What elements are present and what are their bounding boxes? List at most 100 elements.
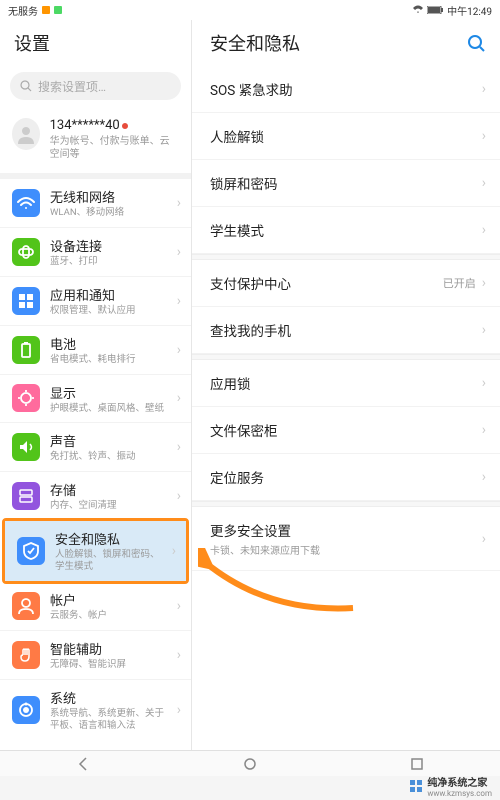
detail-item[interactable]: 锁屏和密码 › [192, 160, 500, 207]
right-header: 安全和隐私 [192, 20, 500, 66]
sidebar-item-sub: 系统导航、系统更新、关于平板、语言和输入法 [50, 708, 167, 732]
sidebar-item-text: 声音免打扰、铃声、振动 [50, 431, 167, 463]
sidebar-item-text: 设备连接蓝牙、打印 [50, 236, 167, 268]
watermark: 纯净系统之家 www.kzmsys.com [409, 774, 492, 798]
detail-item-right: › [482, 175, 486, 191]
chevron-right-icon: › [177, 702, 185, 718]
sidebar-item-link[interactable]: 设备连接蓝牙、打印 › [0, 227, 191, 276]
battery-icon [427, 6, 443, 14]
sidebar-item-title: 智能辅助 [50, 639, 167, 658]
grid-icon [12, 287, 40, 315]
detail-item-title: 锁屏和密码 [210, 173, 278, 193]
detail-item-text: 查找我的手机 [210, 320, 291, 340]
chevron-right-icon: › [482, 531, 486, 547]
search-icon[interactable] [466, 33, 486, 53]
detail-item-right: › [482, 422, 486, 438]
sidebar-item-sub: WLAN、移动网络 [50, 207, 167, 219]
watermark-url: www.kzmsys.com [427, 789, 492, 798]
sidebar-item-text: 帐户云服务、帐户 [50, 590, 167, 622]
user-icon [12, 592, 40, 620]
detail-item[interactable]: 支付保护中心已开启› [192, 260, 500, 307]
chevron-right-icon: › [177, 390, 185, 406]
chevron-right-icon: › [177, 244, 185, 260]
detail-item-title: 应用锁 [210, 373, 251, 393]
sidebar-item-text: 无线和网络WLAN、移动网络 [50, 187, 167, 219]
search-icon [20, 80, 32, 92]
chevron-right-icon: › [177, 342, 185, 358]
avatar [12, 118, 40, 150]
service-text: 无服务 [8, 3, 38, 18]
sidebar-item-sub: 省电模式、耗电排行 [50, 354, 167, 366]
detail-item[interactable]: SOS 紧急求助 › [192, 66, 500, 113]
detail-item[interactable]: 文件保密柜› [192, 407, 500, 454]
sidebar-item-title: 存储 [50, 480, 167, 499]
sidebar-item-display[interactable]: 显示护眼模式、桌面风格、壁纸 › [0, 374, 191, 423]
sidebar-item-sound[interactable]: 声音免打扰、铃声、振动 › [0, 422, 191, 471]
detail-item-sub: 卡锁、未知来源应用下载 [210, 542, 320, 557]
sidebar-item-system[interactable]: 系统系统导航、系统更新、关于平板、语言和输入法› [0, 679, 191, 740]
sidebar-item-title: 设备连接 [50, 236, 167, 255]
chevron-right-icon: › [177, 439, 185, 455]
detail-item[interactable]: 学生模式 › [192, 207, 500, 254]
nav-home[interactable] [242, 756, 258, 772]
detail-item-right: › [482, 375, 486, 391]
sidebar-item-sub: 云服务、帐户 [50, 610, 167, 622]
sidebar-item-battery[interactable]: 电池省电模式、耗电排行 › [0, 325, 191, 374]
detail-item-text: 应用锁 [210, 373, 251, 393]
wifi-icon [12, 189, 40, 217]
detail-item-right: › [482, 222, 486, 238]
chevron-right-icon: › [482, 375, 486, 391]
chevron-right-icon: › [482, 128, 486, 144]
status-icon [42, 6, 50, 14]
account-phone: 134******40 [50, 118, 179, 133]
nav-recent[interactable] [409, 756, 425, 772]
sidebar-item-text: 显示护眼模式、桌面风格、壁纸 [50, 383, 167, 415]
highlight-annotation: 安全和隐私人脸解锁、锁屏和密码、学生模式› [2, 518, 189, 584]
chevron-right-icon: › [177, 195, 185, 211]
detail-item-title: 人脸解锁 [210, 126, 264, 146]
detail-item-right: › [482, 81, 486, 97]
detail-item[interactable]: 定位服务› [192, 454, 500, 501]
sidebar-item-title: 声音 [50, 431, 167, 450]
detail-item[interactable]: 更多安全设置卡锁、未知来源应用下载› [192, 507, 500, 571]
account-text: 134******40 华为帐号、付款与账单、云空间等 [50, 118, 179, 161]
page-title: 安全和隐私 [210, 30, 300, 56]
sidebar-item-user[interactable]: 帐户云服务、帐户 › [0, 582, 191, 630]
detail-item[interactable]: 人脸解锁 › [192, 113, 500, 160]
chevron-right-icon: › [482, 275, 486, 291]
sidebar-item-title: 安全和隐私 [55, 529, 162, 548]
sidebar-item-sub: 权限管理、默认应用 [50, 305, 167, 317]
chevron-right-icon: › [177, 598, 185, 614]
sidebar-item-text: 电池省电模式、耗电排行 [50, 334, 167, 366]
detail-item-title: 学生模式 [210, 220, 264, 240]
sidebar-item-title: 应用和通知 [50, 285, 167, 304]
detail-item-text: SOS 紧急求助 [210, 79, 293, 99]
chevron-right-icon: › [482, 322, 486, 338]
chevron-right-icon: › [177, 647, 185, 663]
search-input[interactable]: 搜索设置项… [10, 72, 181, 100]
sidebar-item-hand[interactable]: 智能辅助无障碍、智能识屏› [0, 630, 191, 679]
detail-item[interactable]: 查找我的手机 › [192, 307, 500, 354]
sidebar-item-sub: 人脸解锁、锁屏和密码、学生模式 [55, 549, 162, 573]
chevron-right-icon: › [177, 488, 185, 504]
nav-back[interactable] [75, 756, 91, 772]
sidebar-item-sub: 内存、空间清理 [50, 500, 167, 512]
battery-icon [12, 336, 40, 364]
notification-dot [122, 123, 128, 129]
sidebar-item-grid[interactable]: 应用和通知权限管理、默认应用› [0, 276, 191, 325]
sidebar-item-sub: 免打扰、铃声、振动 [50, 451, 167, 463]
status-bar: 无服务 中午12:49 [0, 0, 500, 20]
detail-item-right: › [482, 128, 486, 144]
chevron-right-icon: › [482, 422, 486, 438]
detail-item-title: SOS 紧急求助 [210, 79, 293, 99]
account-row[interactable]: 134******40 华为帐号、付款与账单、云空间等 [0, 108, 191, 179]
detail-list: SOS 紧急求助›人脸解锁›锁屏和密码›学生模式›支付保护中心已开启›查找我的手… [192, 66, 500, 571]
detail-item[interactable]: 应用锁 › [192, 360, 500, 407]
sound-icon [12, 433, 40, 461]
person-icon [16, 124, 36, 144]
link-icon [12, 238, 40, 266]
wifi-icon [413, 5, 423, 15]
sidebar-item-storage[interactable]: 存储内存、空间清理 › [0, 471, 191, 520]
sidebar-item-wifi[interactable]: 无线和网络WLAN、移动网络 › [0, 179, 191, 227]
sidebar-item-shield[interactable]: 安全和隐私人脸解锁、锁屏和密码、学生模式› [5, 521, 186, 581]
